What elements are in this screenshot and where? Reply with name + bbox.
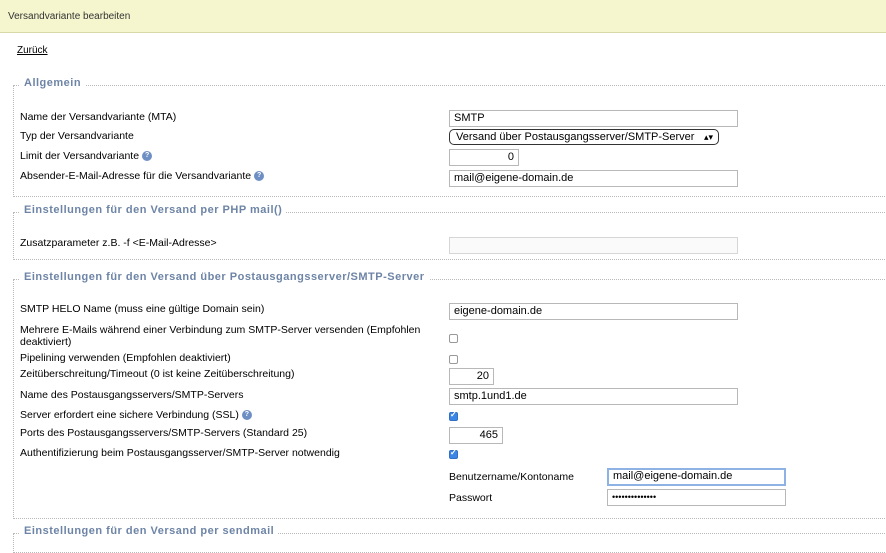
sender-label-row: Absender-E-Mail-Adresse für die Versandv…: [20, 170, 265, 182]
sender-label: Absender-E-Mail-Adresse für die Versandv…: [20, 170, 252, 182]
username-label: Benutzername/Kontoname: [449, 471, 574, 483]
back-link[interactable]: Zurück: [17, 45, 48, 56]
limit-input[interactable]: 0: [449, 149, 519, 166]
php-mail-legend: Einstellungen für den Versand per PHP ma…: [20, 204, 287, 216]
auth-label: Authentifizierung beim Postausgangsserve…: [20, 447, 340, 459]
limit-label: Limit der Versandvariante: [20, 150, 140, 162]
help-icon[interactable]: ?: [241, 410, 252, 421]
auth-checkbox[interactable]: [449, 448, 458, 459]
helo-input[interactable]: eigene-domain.de: [449, 303, 738, 320]
port-input[interactable]: 465: [449, 427, 503, 444]
page-title: Versandvariante bearbeiten: [8, 11, 131, 22]
password-label: Passwort: [449, 492, 493, 504]
sender-email-input[interactable]: mail@eigene-domain.de: [449, 170, 738, 187]
ssl-checkbox[interactable]: [449, 410, 458, 421]
server-input[interactable]: smtp.1und1.de: [449, 388, 738, 405]
pipelining-label: Pipelining verwenden (Empfohlen deaktivi…: [20, 352, 231, 364]
mta-type-label: Typ der Versandvariante: [20, 130, 134, 142]
timeout-label: Zeitüberschreitung/Timeout (0 ist keine …: [20, 368, 295, 380]
mta-name-label: Name der Versandvariante (MTA): [20, 111, 177, 123]
php-param-label: Zusatzparameter z.B. -f <E-Mail-Adresse>: [20, 237, 217, 249]
ssl-label: Server erfordert eine sichere Verbindung…: [20, 409, 239, 421]
help-icon[interactable]: ?: [142, 151, 153, 162]
sendmail-fieldset: Einstellungen für den Versand per sendma…: [13, 525, 886, 553]
helo-label: SMTP HELO Name (muss eine gültige Domain…: [20, 303, 265, 315]
password-input[interactable]: ••••••••••••••: [607, 489, 786, 506]
username-input[interactable]: mail@eigene-domain.de: [607, 468, 786, 486]
page-header: Versandvariante bearbeiten: [0, 0, 886, 33]
mta-type-select[interactable]: Versand über Postausgangsserver/SMTP-Ser…: [449, 129, 719, 145]
select-arrows-icon: ▴▾: [703, 132, 713, 142]
server-label: Name des Postausgangsservers/SMTP-Server…: [20, 389, 244, 401]
mta-name-input[interactable]: SMTP: [449, 110, 738, 127]
help-icon[interactable]: ?: [254, 171, 265, 182]
general-legend: Allgemein: [20, 77, 86, 89]
timeout-input[interactable]: 20: [449, 368, 494, 385]
mta-type-value: Versand über Postausgangsserver/SMTP-Ser…: [456, 131, 695, 143]
pipelining-checkbox[interactable]: [449, 355, 458, 364]
port-label: Ports des Postausgangsservers/SMTP-Serve…: [20, 427, 308, 439]
ssl-label-row: Server erfordert eine sichere Verbindung…: [20, 409, 252, 421]
smtp-legend: Einstellungen für den Versand über Posta…: [20, 271, 429, 283]
sendmail-legend: Einstellungen für den Versand per sendma…: [20, 525, 279, 537]
limit-label-row: Limit der Versandvariante?: [20, 150, 153, 162]
multi-label-line-1: Mehrere E-Mails während einer Verbindung…: [20, 324, 421, 336]
multi-label: Mehrere E-Mails während einer Verbindung…: [20, 324, 420, 348]
multi-label-line-2: deaktiviert): [20, 336, 72, 348]
multi-checkbox[interactable]: [449, 334, 458, 343]
php-param-input[interactable]: [449, 237, 738, 254]
